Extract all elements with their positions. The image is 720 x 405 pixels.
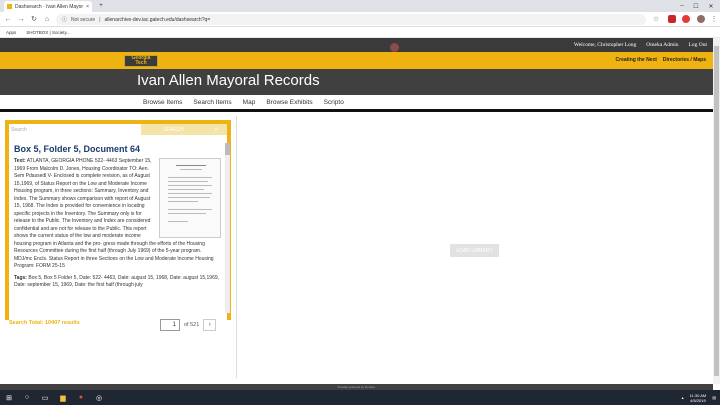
admin-bar: Welcome, Christopher Long Omeka Admin Lo… xyxy=(0,38,713,52)
nav-search-items[interactable]: Search Items xyxy=(193,99,231,106)
search-button[interactable]: SEARCH xyxy=(141,124,206,135)
site-title-bar xyxy=(0,69,713,95)
clock-date: 4/5/2019 xyxy=(690,397,706,403)
taskbar: ⊞ ○ ▭ ▆ ● ◎ xyxy=(0,390,720,405)
search-icon[interactable]: ⌕ xyxy=(206,124,227,135)
panel-divider xyxy=(236,116,237,378)
search-row: Search SEARCH ⌕ xyxy=(9,124,227,135)
menu-icon[interactable]: ⋮ xyxy=(709,14,719,24)
result-title[interactable]: Box 5, Folder 5, Document 64 xyxy=(14,144,140,154)
new-tab-button[interactable]: + xyxy=(93,0,109,12)
extension-icon[interactable] xyxy=(668,15,676,23)
home-icon[interactable]: ⌂ xyxy=(42,14,52,24)
reload-icon[interactable]: ↻ xyxy=(29,14,39,24)
tags-label: Tags: xyxy=(14,274,27,281)
network-icon[interactable]: ▴ xyxy=(682,395,684,400)
next-page-button[interactable]: › xyxy=(203,319,217,331)
back-icon[interactable]: ← xyxy=(3,14,13,24)
page-count: of 521 xyxy=(184,322,200,328)
bookmarks-bar: Apps SHOTBOX | Society... xyxy=(0,27,720,38)
welcome-link[interactable]: Welcome, Christopher Long xyxy=(574,42,636,48)
url-text: allenarchive-dev.iac.gatech.edu/dashsear… xyxy=(104,16,211,23)
nav-map[interactable]: Map xyxy=(243,99,256,106)
browser-tab[interactable]: Dashsearch · Ivan Allen Mayor... × xyxy=(4,1,92,12)
windows-start-icon[interactable]: ⊞ xyxy=(0,390,18,405)
file-explorer-icon[interactable]: ▆ xyxy=(54,390,72,405)
site-title[interactable]: Ivan Allen Mayoral Records xyxy=(137,72,320,89)
task-view-icon[interactable]: ▭ xyxy=(36,390,54,405)
info-icon: ⓘ xyxy=(62,17,68,23)
gold-bar-links: Creating the Next Directories / Maps xyxy=(616,57,706,63)
url-bar[interactable]: ⓘ Not secure | allenarchive-dev.iac.gate… xyxy=(56,14,646,25)
mouse-cursor-highlight xyxy=(390,43,399,52)
creating-the-next-link[interactable]: Creating the Next xyxy=(616,57,657,63)
profile-avatar[interactable] xyxy=(697,15,705,23)
favicon-icon xyxy=(7,4,12,9)
clock[interactable]: 11:30 AM 4/5/2019 xyxy=(690,393,707,403)
document-thumbnail[interactable] xyxy=(159,158,221,238)
tab-close-icon[interactable]: × xyxy=(86,4,89,10)
search-taskbar-icon[interactable]: ○ xyxy=(18,390,36,405)
result-body: Text: ATLANTA, GEORGIA PHONE 522- 4463 S… xyxy=(14,158,221,311)
result-scrollbar[interactable] xyxy=(225,143,230,313)
omeka-admin-link[interactable]: Omeka Admin xyxy=(646,42,678,48)
nav-scripto[interactable]: Scripto xyxy=(324,99,344,106)
bookmark-apps[interactable]: Apps xyxy=(6,30,16,35)
search-input[interactable]: Search xyxy=(9,124,141,135)
directories-maps-link[interactable]: Directories / Maps xyxy=(663,57,706,63)
page-number-input[interactable]: 1 xyxy=(160,319,180,331)
extension-pin-icon[interactable] xyxy=(682,15,690,23)
georgia-tech-logo[interactable]: Georgia Tech xyxy=(124,55,158,67)
gold-header-bar xyxy=(0,52,713,69)
load-library-button[interactable]: LOAD LIBRARY xyxy=(450,244,499,257)
logout-link[interactable]: Log Out xyxy=(689,42,708,48)
text-label: Text: xyxy=(14,158,26,164)
forward-icon[interactable]: → xyxy=(16,14,26,24)
result-scrollbar-thumb[interactable] xyxy=(225,143,230,155)
pager: 1 of 521 › xyxy=(160,319,217,331)
app-icon[interactable]: ◎ xyxy=(90,390,108,405)
chrome-icon[interactable]: ● xyxy=(72,390,90,405)
page-scrollbar-thumb[interactable] xyxy=(714,46,719,376)
clock-time: 11:30 AM xyxy=(689,392,707,398)
result-tags: Box 5, Box 5 Folder 5, Date: 522- 4463, … xyxy=(14,274,220,289)
system-tray: ▴ 11:30 AM 4/5/2019 ▤ xyxy=(682,390,716,405)
search-total: Search Total: 10407 results xyxy=(9,320,80,326)
not-secure-label: Not secure xyxy=(71,16,96,23)
nav-browse-items[interactable]: Browse Items xyxy=(143,99,182,106)
window-close-icon[interactable]: ✕ xyxy=(703,0,719,12)
nav-browse-exhibits[interactable]: Browse Exhibits xyxy=(266,99,312,106)
bookmark-shotbox[interactable]: SHOTBOX | Society... xyxy=(26,30,70,35)
notifications-icon[interactable]: ▤ xyxy=(712,395,716,400)
tab-title: Dashsearch · Ivan Allen Mayor... xyxy=(15,3,84,10)
maximize-icon[interactable]: ☐ xyxy=(688,0,704,12)
star-icon[interactable]: ☆ xyxy=(651,14,661,24)
main-nav: Browse Items Search Items Map Browse Exh… xyxy=(0,95,713,112)
